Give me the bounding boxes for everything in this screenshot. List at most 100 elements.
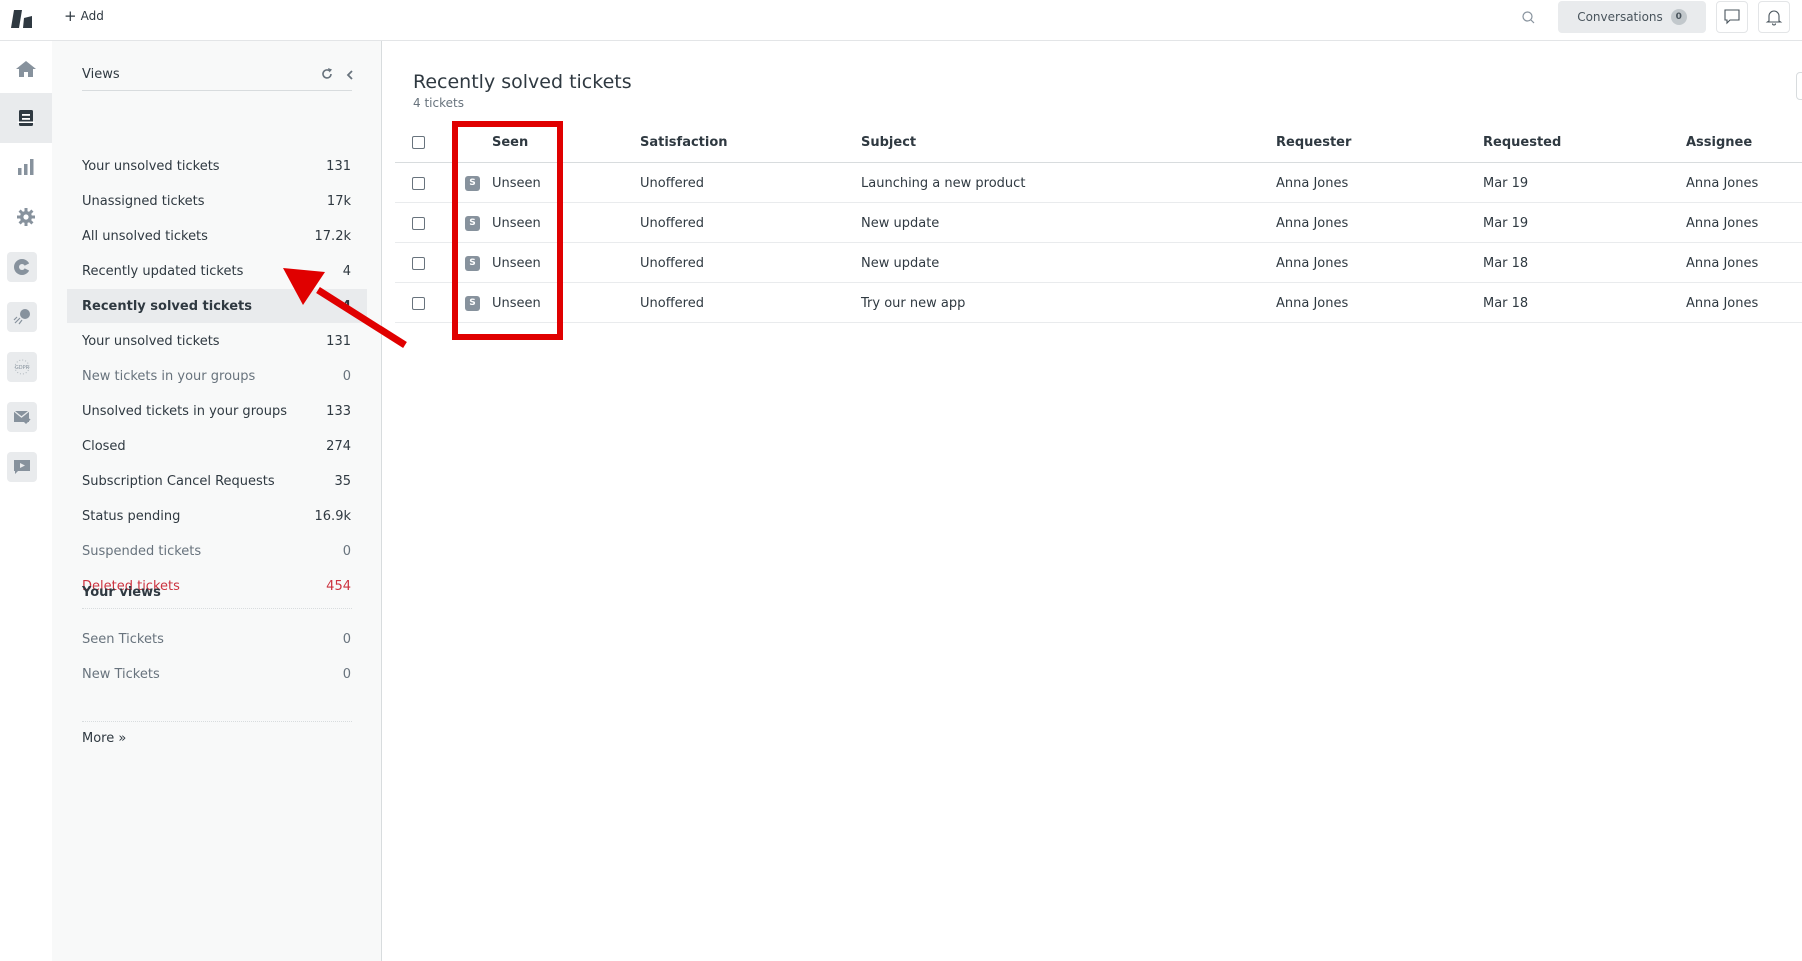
tickets-table: Seen Satisfaction Subject Requester Requ… <box>395 122 1802 323</box>
view-label: Suspended tickets <box>82 543 202 559</box>
requester-cell: Anna Jones <box>1276 255 1349 271</box>
views-title: Views <box>82 67 120 82</box>
plus-icon: + <box>64 7 77 25</box>
row-checkbox[interactable] <box>412 256 425 270</box>
view-count: 16.9k <box>314 508 351 524</box>
add-label: Add <box>80 9 104 23</box>
row-checkbox[interactable] <box>412 296 425 310</box>
video-chat-app-icon <box>14 460 30 474</box>
requester-cell: Anna Jones <box>1276 215 1349 231</box>
search-icon[interactable] <box>1520 9 1538 27</box>
view-item[interactable]: Suspended tickets 0 <box>67 534 367 568</box>
table-row[interactable]: S Unseen Unoffered New update Anna Jones Mar … <box>395 243 1802 283</box>
seen-cell: Unseen <box>492 295 541 311</box>
nav-views[interactable] <box>0 93 52 143</box>
requested-cell: Mar 19 <box>1483 175 1529 191</box>
view-count: 4 <box>342 263 351 279</box>
view-label: New tickets in your groups <box>82 368 256 384</box>
play-button-edge[interactable] <box>1796 72 1802 100</box>
view-item[interactable]: New tickets in your groups 0 <box>67 359 367 393</box>
page-title: Recently solved tickets <box>413 71 632 93</box>
assignee-cell: Anna Jones <box>1686 215 1759 231</box>
select-all-checkbox[interactable] <box>412 135 425 149</box>
view-label: Closed <box>82 438 126 454</box>
app-meteor[interactable] <box>7 302 37 332</box>
view-count: 17k <box>326 193 351 209</box>
assignee-cell: Anna Jones <box>1686 255 1759 271</box>
view-item[interactable]: Closed 274 <box>67 429 367 463</box>
view-item[interactable]: Your unsolved tickets 131 <box>67 324 367 358</box>
conversations-button[interactable]: Conversations 0 <box>1558 1 1706 33</box>
app-video-chat[interactable] <box>7 452 37 482</box>
your-view-item[interactable]: New Tickets 0 <box>67 657 367 691</box>
notifications-button[interactable] <box>1758 1 1790 33</box>
row-checkbox[interactable] <box>412 216 425 230</box>
column-header-assignee[interactable]: Assignee <box>1686 122 1752 162</box>
more-views-link[interactable]: More » <box>82 731 126 746</box>
view-item[interactable]: Status pending 16.9k <box>67 499 367 533</box>
row-checkbox[interactable] <box>412 176 425 190</box>
gear-icon <box>17 208 35 226</box>
view-item[interactable]: Unassigned tickets 17k <box>67 184 367 218</box>
column-header-seen[interactable]: Seen <box>492 122 528 162</box>
view-count: 0 <box>342 543 351 559</box>
nav-reporting[interactable] <box>0 142 52 192</box>
seen-cell: Unseen <box>492 215 541 231</box>
table-row[interactable]: S Unseen Unoffered New update Anna Jones Mar … <box>395 203 1802 243</box>
main-content: Recently solved tickets 4 tickets Seen S… <box>383 41 1802 961</box>
table-row[interactable]: S Unseen Unoffered Try our new app Anna Jone… <box>395 283 1802 323</box>
assignee-cell: Anna Jones <box>1686 175 1759 191</box>
requester-cell: Anna Jones <box>1276 175 1349 191</box>
chat-button[interactable] <box>1716 1 1748 33</box>
your-views-title: Your views <box>82 585 161 600</box>
pie-app-icon <box>14 259 32 275</box>
conversations-label: Conversations <box>1577 10 1663 24</box>
top-bar: + Add Conversations 0 <box>0 0 1802 41</box>
view-count: 133 <box>326 403 351 419</box>
meteor-app-icon <box>13 309 30 325</box>
bell-icon <box>1765 10 1783 26</box>
product-nav-rail: GDPR <box>0 41 52 961</box>
subject-cell[interactable]: Launching a new product <box>861 163 1025 203</box>
column-header-requester[interactable]: Requester <box>1276 122 1351 162</box>
subject-cell[interactable]: Try our new app <box>861 283 965 323</box>
column-header-subject[interactable]: Subject <box>861 122 916 162</box>
view-item[interactable]: Recently updated tickets 4 <box>67 254 367 288</box>
subject-cell[interactable]: New update <box>861 243 939 283</box>
view-count: 131 <box>326 158 351 174</box>
your-view-item[interactable]: Seen Tickets 0 <box>67 622 367 656</box>
add-button[interactable]: + Add <box>64 7 104 25</box>
view-label: Your unsolved tickets <box>82 333 220 349</box>
refresh-icon[interactable] <box>320 67 334 81</box>
view-item[interactable]: Your unsolved tickets 131 <box>67 149 367 183</box>
view-item[interactable]: Recently solved tickets 4 <box>67 289 367 323</box>
table-header-row: Seen Satisfaction Subject Requester Requ… <box>395 122 1802 163</box>
view-item[interactable]: Unsolved tickets in your groups 133 <box>67 394 367 428</box>
view-count: 0 <box>342 666 351 682</box>
seen-cell: Unseen <box>492 255 541 271</box>
column-header-requested[interactable]: Requested <box>1483 122 1561 162</box>
table-row[interactable]: S Unseen Unoffered Launching a new product A… <box>395 163 1802 203</box>
seen-cell: Unseen <box>492 175 541 191</box>
collapse-panel-chevron-icon[interactable] <box>344 68 356 82</box>
table-body: S Unseen Unoffered Launching a new product A… <box>395 163 1802 323</box>
view-label: Subscription Cancel Requests <box>82 473 275 489</box>
subject-cell[interactable]: New update <box>861 203 939 243</box>
zendesk-logo-icon[interactable] <box>10 8 36 30</box>
view-item[interactable]: All unsolved tickets 17.2k <box>67 219 367 253</box>
nav-admin[interactable] <box>0 192 52 242</box>
app-pie[interactable] <box>7 252 37 282</box>
nav-home[interactable] <box>0 44 52 94</box>
view-count: 35 <box>334 473 351 489</box>
column-header-satisfaction[interactable]: Satisfaction <box>640 122 728 162</box>
view-label: Status pending <box>82 508 181 524</box>
satisfaction-cell: Unoffered <box>640 255 704 271</box>
view-label: New Tickets <box>82 666 160 682</box>
mail-check-app-icon <box>13 410 31 425</box>
suspended-status-badge: S <box>465 255 480 271</box>
app-mail-check[interactable] <box>7 402 37 432</box>
app-gdpr[interactable]: GDPR <box>7 352 37 382</box>
view-item[interactable]: Subscription Cancel Requests 35 <box>67 464 367 498</box>
ticket-count: 4 tickets <box>413 96 464 110</box>
view-count: 4 <box>341 298 351 314</box>
